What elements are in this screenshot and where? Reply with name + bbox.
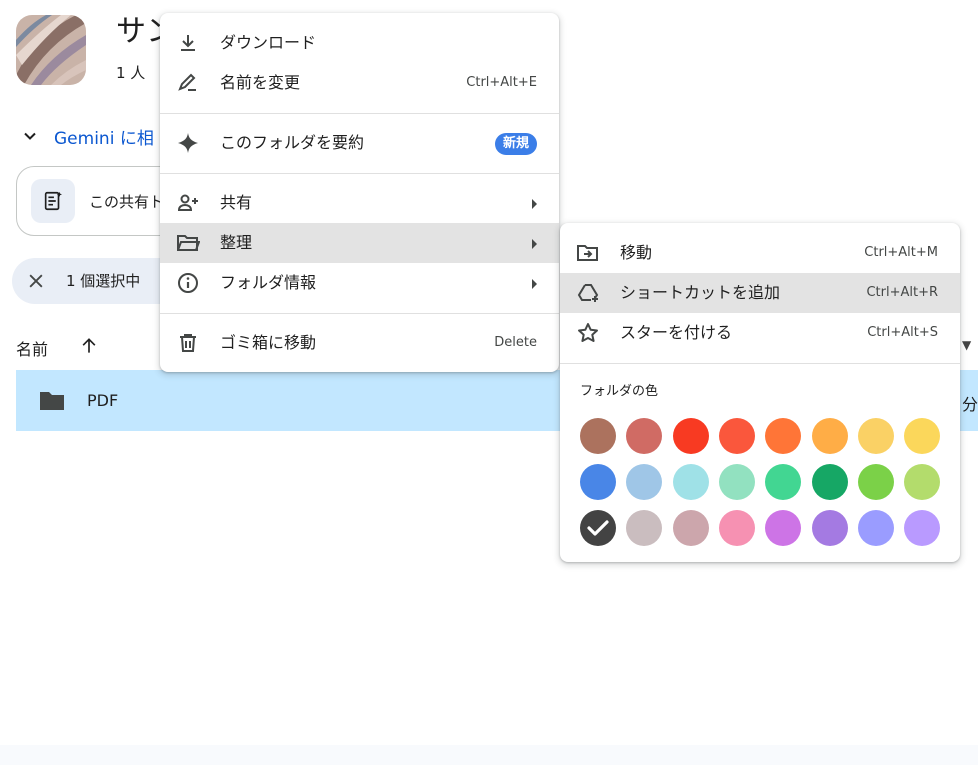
color-swatch[interactable] bbox=[626, 464, 663, 500]
color-swatch[interactable] bbox=[811, 464, 848, 500]
menu-item-rename[interactable]: 名前を変更 Ctrl+Alt+E bbox=[160, 63, 559, 103]
menu-item-download[interactable]: ダウンロード bbox=[160, 23, 559, 63]
sort-arrow-up-icon[interactable] bbox=[79, 335, 99, 357]
menu-item-label: 整理 bbox=[220, 233, 253, 252]
shortcut-text: Delete bbox=[494, 335, 537, 350]
menu-item-label: フォルダ情報 bbox=[220, 273, 317, 292]
submenu-arrow-icon bbox=[532, 279, 537, 289]
menu-item-share[interactable]: 共有 bbox=[160, 183, 559, 223]
divider bbox=[160, 113, 559, 114]
shortcut-text: Ctrl+Alt+R bbox=[866, 285, 938, 300]
menu-item-label: スターを付ける bbox=[620, 323, 733, 342]
rename-icon bbox=[178, 73, 196, 91]
menu-item-label: ゴミ箱に移動 bbox=[220, 333, 317, 352]
color-swatch[interactable] bbox=[718, 464, 755, 500]
color-swatch[interactable] bbox=[672, 464, 709, 500]
color-swatch[interactable] bbox=[626, 510, 663, 546]
color-swatch[interactable] bbox=[765, 418, 802, 454]
shortcut-text: Ctrl+Alt+E bbox=[466, 75, 537, 90]
menu-item-add-shortcut[interactable]: ショートカットを追加 Ctrl+Alt+R bbox=[560, 273, 960, 313]
color-swatch[interactable] bbox=[580, 464, 616, 500]
menu-item-label: 名前を変更 bbox=[220, 73, 301, 92]
color-swatch[interactable] bbox=[811, 418, 848, 454]
star-icon bbox=[578, 323, 598, 342]
avatar bbox=[16, 15, 86, 85]
menu-item-label: 共有 bbox=[220, 193, 253, 212]
add-shortcut-icon bbox=[577, 284, 599, 302]
close-icon[interactable] bbox=[26, 271, 46, 291]
context-menu: ダウンロード 名前を変更 Ctrl+Alt+E このフォルダを要約 新規 共有 … bbox=[160, 13, 559, 372]
checkmark-icon bbox=[587, 520, 609, 536]
trash-icon bbox=[180, 334, 196, 352]
menu-item-folder-info[interactable]: フォルダ情報 bbox=[160, 263, 559, 303]
file-name: PDF bbox=[87, 391, 119, 410]
member-count: 1 人 bbox=[116, 64, 146, 82]
summary-icon bbox=[31, 179, 75, 223]
divider bbox=[160, 313, 559, 314]
menu-item-star[interactable]: スターを付ける Ctrl+Alt+S bbox=[560, 313, 960, 353]
submenu-arrow-icon bbox=[532, 199, 537, 209]
organize-submenu: 移動 Ctrl+Alt+M ショートカットを追加 Ctrl+Alt+R スターを… bbox=[560, 223, 960, 562]
color-swatch[interactable] bbox=[765, 464, 802, 500]
chevron-down-icon bbox=[24, 132, 36, 140]
color-swatch[interactable] bbox=[718, 510, 755, 546]
sparkle-icon bbox=[178, 133, 198, 153]
gemini-section-toggle[interactable]: Gemini に相 bbox=[20, 124, 154, 149]
menu-item-organize[interactable]: 整理 bbox=[160, 223, 559, 263]
color-swatch[interactable] bbox=[904, 510, 941, 546]
download-icon bbox=[181, 35, 195, 51]
folder-open-icon bbox=[177, 235, 200, 251]
folder-icon bbox=[40, 392, 64, 410]
share-icon bbox=[177, 194, 198, 211]
file-modified: 分 bbox=[961, 395, 978, 414]
color-swatch[interactable] bbox=[811, 510, 848, 546]
move-icon bbox=[577, 245, 598, 261]
column-header-name[interactable]: 名前 bbox=[16, 336, 48, 360]
menu-item-label: このフォルダを要約 bbox=[220, 133, 365, 152]
column-sort-dropdown-icon[interactable]: ▼ bbox=[962, 338, 976, 358]
color-swatch[interactable] bbox=[672, 418, 709, 454]
color-swatch[interactable] bbox=[904, 418, 941, 454]
menu-item-move[interactable]: 移動 Ctrl+Alt+M bbox=[560, 233, 960, 273]
menu-item-label: ショートカットを追加 bbox=[620, 283, 781, 302]
shortcut-text: Ctrl+Alt+S bbox=[867, 325, 938, 340]
selection-count: 1 個選択中 bbox=[66, 272, 141, 290]
gemini-label: Gemini に相 bbox=[54, 128, 154, 149]
color-swatch[interactable] bbox=[857, 418, 894, 454]
color-swatch[interactable] bbox=[626, 418, 663, 454]
color-swatch[interactable] bbox=[857, 464, 894, 500]
bottom-bar bbox=[0, 745, 978, 765]
submenu-arrow-icon bbox=[532, 239, 537, 249]
color-swatch[interactable] bbox=[580, 418, 616, 454]
color-swatch[interactable] bbox=[718, 418, 755, 454]
color-swatch[interactable] bbox=[580, 510, 616, 546]
color-swatch[interactable] bbox=[672, 510, 709, 546]
summary-card-text: この共有ト bbox=[89, 193, 165, 211]
shortcut-text: Ctrl+Alt+M bbox=[864, 245, 938, 260]
new-badge: 新規 bbox=[494, 133, 537, 155]
menu-item-trash[interactable]: ゴミ箱に移動 Delete bbox=[160, 323, 559, 363]
menu-item-label: 移動 bbox=[620, 243, 653, 262]
folder-color-heading: フォルダの色 bbox=[580, 384, 659, 399]
menu-item-label: ダウンロード bbox=[220, 33, 317, 52]
divider bbox=[560, 363, 960, 364]
divider bbox=[160, 173, 559, 174]
color-swatch[interactable] bbox=[904, 464, 941, 500]
menu-item-summarize[interactable]: このフォルダを要約 新規 bbox=[160, 123, 559, 163]
color-swatch[interactable] bbox=[765, 510, 802, 546]
info-icon bbox=[178, 273, 198, 293]
color-swatch[interactable] bbox=[857, 510, 894, 546]
